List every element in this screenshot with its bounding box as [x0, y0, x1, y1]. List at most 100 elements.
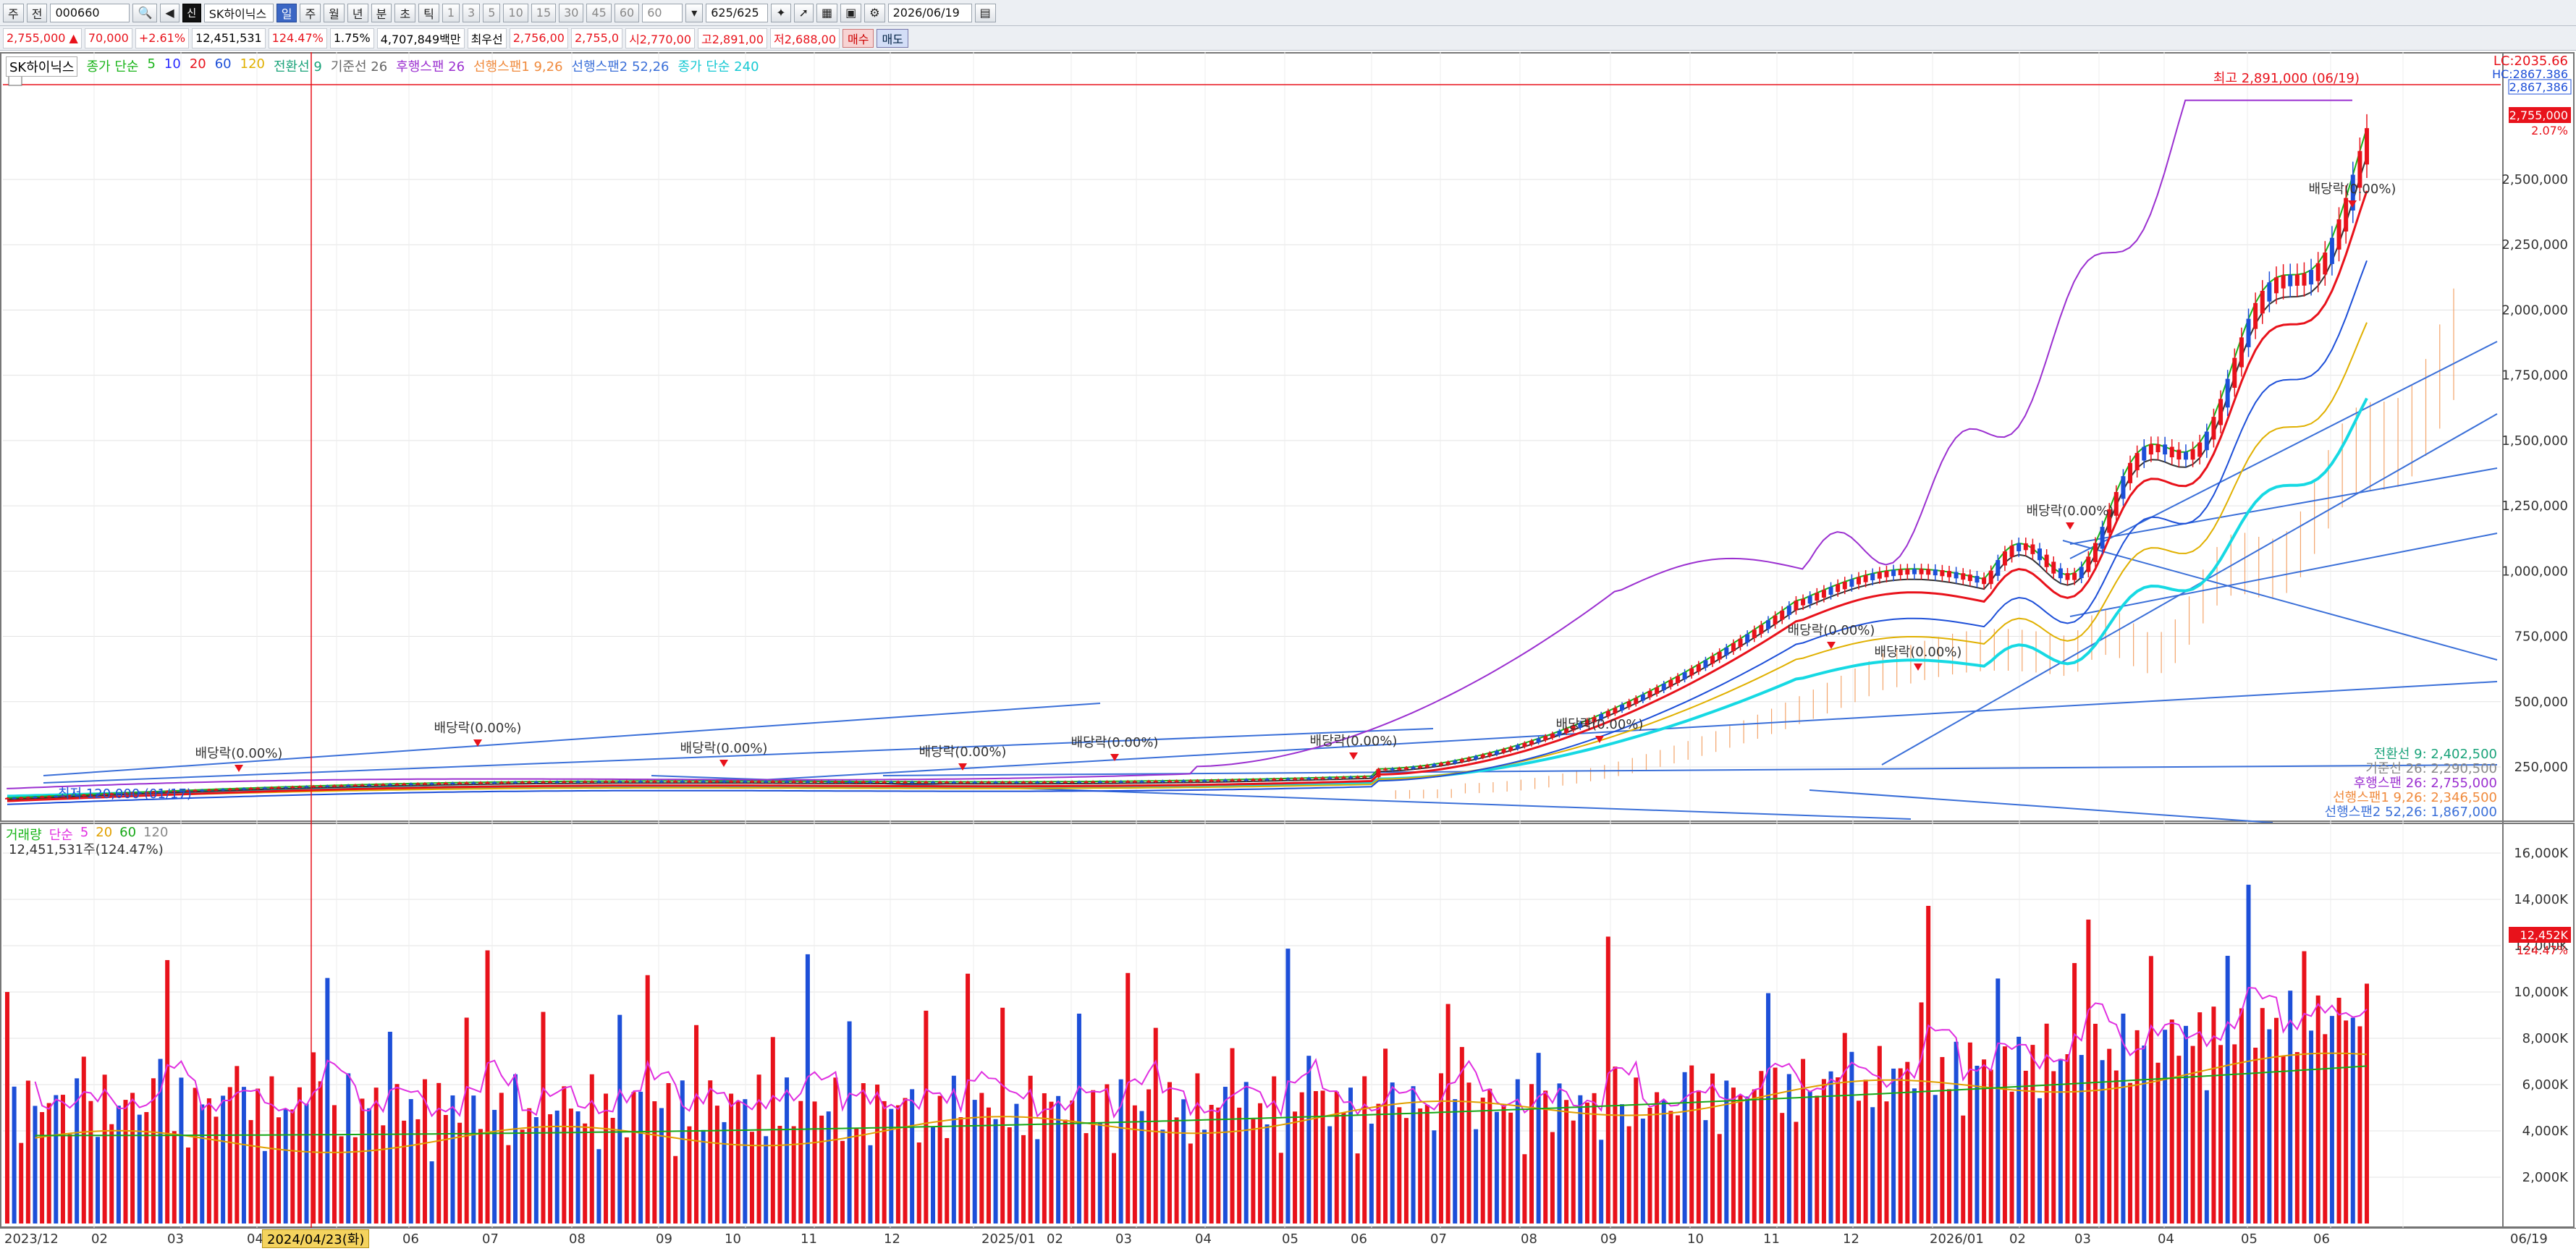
calendar-icon[interactable]: ▤ [974, 3, 996, 22]
volume-bar [1306, 1056, 1312, 1224]
minute-60[interactable]: 60 [614, 3, 640, 22]
minute-10[interactable]: 10 [503, 3, 528, 22]
candle-body [1682, 672, 1687, 679]
minute-15[interactable]: 15 [531, 3, 557, 22]
count-field[interactable]: 625/625 [706, 3, 769, 22]
minute-3[interactable]: 3 [463, 3, 481, 22]
x-axis-label: 09 [656, 1231, 672, 1247]
stock-code-input[interactable]: 000660 [50, 3, 130, 22]
candle-body [1801, 598, 1806, 606]
x-axis-label: 03 [167, 1231, 184, 1247]
ichimoku-value-label: 후행스팬 26: 2,755,000 [2354, 776, 2497, 791]
volume-bar [764, 1136, 769, 1224]
tab-period-minute[interactable]: 분 [371, 3, 392, 22]
candle-body [1112, 781, 1117, 783]
mode-select[interactable]: 주 [3, 3, 24, 22]
x-axis-label: 06 [1351, 1231, 1367, 1247]
x-axis-label: 02 [2009, 1231, 2026, 1247]
buy-button[interactable]: 매수 [843, 28, 874, 48]
volume-bar [1933, 1095, 1938, 1224]
volume-bar [339, 1136, 344, 1224]
volume-bar [645, 975, 650, 1224]
volume-bar [575, 1111, 580, 1224]
candle-body [638, 781, 643, 783]
volume-bar [33, 1106, 38, 1224]
volume-bar [1091, 1090, 1096, 1224]
minute-1[interactable]: 1 [442, 3, 460, 22]
volume-bar [206, 1098, 211, 1224]
chart-type-icon[interactable]: ▦ [816, 3, 838, 22]
date-field[interactable]: 2026/06/19 [887, 3, 972, 22]
volume-chart[interactable]: 16,000K14,000K12,000K10,000K8,000K6,000K… [0, 823, 2576, 1228]
x-axis-label: 05 [1282, 1231, 1298, 1247]
volume-bar [1675, 1115, 1680, 1224]
all-button[interactable]: 전 [26, 3, 48, 22]
minute-45[interactable]: 45 [586, 3, 612, 22]
priority-label: 최우선 [467, 27, 507, 48]
tab-period-week[interactable]: 주 [300, 3, 321, 22]
tab-period-month[interactable]: 월 [324, 3, 345, 22]
price-panel[interactable]: 2,500,000 2,250,000 2,000,000 1,750,000 1,50… [0, 52, 2576, 823]
candle-body [1759, 624, 1764, 634]
chevron-down-icon[interactable]: ▾ [685, 3, 704, 22]
candle-body [1091, 781, 1096, 784]
stock-name-field[interactable]: SK하이닉스 [203, 3, 274, 22]
tab-period-second[interactable]: 초 [394, 3, 416, 22]
minute-field[interactable]: 60 [642, 3, 683, 22]
search-icon[interactable]: 🔍 [132, 3, 158, 22]
volume-tick-label: 10,000K [2514, 985, 2569, 1000]
volume-bar [297, 1087, 302, 1224]
minute-5[interactable]: 5 [483, 3, 501, 22]
sell-button[interactable]: 매도 [877, 28, 908, 48]
tab-period-year[interactable]: 년 [347, 3, 368, 22]
crosshair-date-label: 2024/04/23(화) [262, 1229, 370, 1248]
volume-bar [610, 1117, 615, 1224]
tab-period-tick[interactable]: 틱 [418, 3, 439, 22]
volume-bar [352, 1137, 358, 1224]
candle-body [221, 789, 226, 791]
volume-bar [67, 1134, 72, 1224]
price-chart[interactable]: 2,500,000 2,250,000 2,000,000 1,750,000 1,50… [0, 52, 2576, 823]
candle-body [1501, 749, 1506, 753]
volume-bar [916, 1142, 921, 1224]
volume-bar [1661, 1100, 1666, 1224]
candle-body [798, 781, 803, 783]
trade-amount: 4,707,849백만 [376, 27, 465, 48]
volume-bar [1076, 1013, 1081, 1224]
volume-bar [687, 1126, 692, 1224]
price-tick-label: 750,000 [2514, 629, 2568, 645]
volume-bar [1139, 1111, 1144, 1224]
volume-bar [1703, 1120, 1708, 1224]
save-icon[interactable]: ▣ [840, 3, 862, 22]
volume-bar [367, 1108, 372, 1224]
speaker-icon[interactable]: ◀ [160, 3, 180, 22]
line-tool-icon[interactable]: ➚ [793, 3, 814, 22]
volume-bar [2169, 1019, 2174, 1224]
volume-bar [2142, 1046, 2147, 1224]
volume-bar [2113, 1070, 2119, 1224]
candle-body [513, 781, 518, 784]
cursor-tool-icon[interactable]: ✦ [771, 3, 791, 22]
volume-bar [402, 1120, 407, 1224]
minute-30[interactable]: 30 [559, 3, 584, 22]
tab-period-day[interactable]: 일 [276, 3, 297, 22]
volume-panel[interactable]: 16,000K 14,000K 12,000K 10,000K 8,000K 6,000K… [0, 823, 2576, 1228]
gear-icon[interactable]: ⚙ [864, 3, 885, 22]
candle-body [1821, 590, 1826, 598]
volume-bar [1293, 1111, 1298, 1224]
volume-bar [2239, 1008, 2244, 1224]
candle-body [785, 781, 790, 783]
candle-body [200, 789, 205, 792]
candle-body [5, 797, 9, 800]
candle-body [331, 785, 337, 787]
candle-body [1522, 742, 1527, 747]
volume-bar [1132, 1105, 1137, 1224]
dividend-label: 배당락(0.00%) [434, 721, 522, 736]
candle-body [1063, 781, 1068, 784]
candle-body [1216, 779, 1221, 781]
candle-body [568, 781, 573, 783]
volume-bar [262, 1150, 267, 1224]
candle-body [2190, 449, 2195, 460]
candle-body [415, 783, 421, 785]
price-tick-label: 1,750,000 [2501, 368, 2568, 383]
